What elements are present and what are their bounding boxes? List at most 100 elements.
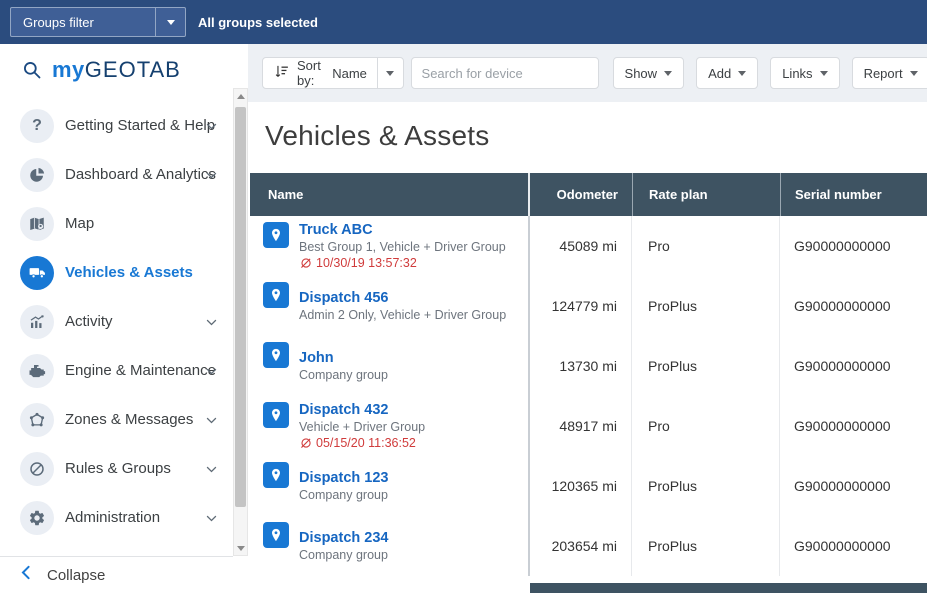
chevron-down-icon [204,167,219,182]
name-cell: Dispatch 123 Company group [250,456,530,516]
vehicle-groups: Company group [299,488,388,502]
rules-icon [20,451,54,486]
chevron-down-icon [204,461,219,476]
column-header-serial-number: Serial number [780,173,927,216]
map-icon [20,206,54,241]
table-row[interactable]: Dispatch 432 Vehicle + Driver Group 05/1… [250,396,927,456]
column-header-rate-plan: Rate plan [632,173,780,216]
chevron-down-icon [819,70,828,76]
sidebar-nav: ? Getting Started & Help Dashboard & Ana… [0,95,233,542]
vehicle-name-link[interactable]: Truck ABC [299,221,506,239]
sidebar-item-zones-messages[interactable]: Zones & Messages [0,395,233,444]
toolbar: Sort by: Name Show Add Links Report [248,44,927,102]
table-row[interactable]: Dispatch 123 Company group 120365 mi Pro… [250,456,927,516]
last-communication: 10/30/19 13:57:32 [299,255,506,271]
bottom-table-header-strip [530,583,927,593]
name-cell: Dispatch 432 Vehicle + Driver Group 05/1… [250,396,530,456]
sidebar-item-administration[interactable]: Administration [0,493,233,542]
odometer-cell: 48917 mi [530,396,632,456]
chevron-down-icon [664,70,673,76]
location-pin-icon [263,522,289,548]
vehicle-name-link[interactable]: Dispatch 234 [299,529,388,547]
last-communication-text: 05/15/20 11:36:52 [316,436,416,450]
chevron-down-icon [204,363,219,378]
links-button-label: Links [782,65,813,81]
table-row[interactable]: John Company group 13730 mi ProPlus G900… [250,336,927,396]
sidebar-item-label: Engine & Maintenance [65,362,216,379]
sidebar-item-label: Getting Started & Help [65,117,216,134]
sort-by-label: Sort by: [297,58,321,88]
odometer-cell: 13730 mi [530,336,632,396]
sort-by-control[interactable]: Sort by: Name [262,57,404,89]
show-button-label: Show [624,65,658,81]
sidebar-item-dashboard[interactable]: Dashboard & Analytics [0,150,233,199]
odometer-cell: 45089 mi [530,216,632,276]
table-row[interactable]: Dispatch 456 Admin 2 Only, Vehicle + Dri… [250,276,927,336]
scroll-down-arrow[interactable] [234,541,247,555]
name-cell: Dispatch 456 Admin 2 Only, Vehicle + Dri… [250,276,530,336]
table-header: Name Odometer Rate plan Serial number [250,173,927,216]
sidebar-item-engine-maintenance[interactable]: Engine & Maintenance [0,346,233,395]
sidebar-item-label: Administration [65,509,161,526]
sidebar-item-vehicles-assets[interactable]: Vehicles & Assets [0,248,233,297]
activity-chart-icon [20,304,54,339]
sidebar-scrollbar[interactable] [233,88,248,556]
odometer-cell: 120365 mi [530,456,632,516]
add-button[interactable]: Add [696,57,759,89]
sidebar-item-label: Rules & Groups [65,460,171,477]
serial-number-cell: G90000000000 [794,538,891,554]
rate-plan-cell: ProPlus [632,516,780,576]
main-content: Sort by: Name Show Add Links Report [248,44,927,593]
location-pin-icon [263,402,289,428]
sort-caret[interactable] [376,58,403,88]
vehicle-name-link[interactable]: Dispatch 123 [299,469,388,487]
name-cell: Truck ABC Best Group 1, Vehicle + Driver… [250,216,530,276]
odometer-cell: 124779 mi [530,276,632,336]
table-row[interactable]: Truck ABC Best Group 1, Vehicle + Driver… [250,216,927,276]
odometer-cell: 203654 mi [530,516,632,576]
name-cell: John Company group [250,336,530,396]
sidebar-item-label: Activity [65,313,113,330]
vehicle-name-link[interactable]: John [299,349,388,367]
serial-number-cell: G90000000000 [794,418,891,434]
chevron-down-icon [204,118,219,133]
column-header-name: Name [250,173,530,216]
vehicle-name-link[interactable]: Dispatch 432 [299,401,425,419]
sidebar-item-map[interactable]: Map [0,199,233,248]
location-pin-icon [263,222,289,248]
report-button-label: Report [863,65,903,81]
search-device-input[interactable] [410,57,599,89]
serial-number-cell: G90000000000 [794,478,891,494]
table-row[interactable]: Dispatch 234 Company group 203654 mi Pro… [250,516,927,576]
add-button-label: Add [708,65,732,81]
mygeotab-app: Groups filter All groups selected myGEOT… [0,0,927,593]
rate-plan-cell: Pro [632,216,780,276]
no-communication-icon [301,437,311,448]
logo-geotab: GEOTAB [84,56,181,82]
collapse-sidebar-button[interactable]: Collapse [0,556,233,593]
sidebar: myGEOTAB ? Getting Started & Help Dashbo… [0,44,233,593]
groups-filter-dropdown[interactable]: Groups filter [10,7,186,37]
serial-number-cell: G90000000000 [794,358,891,374]
chevron-down-icon [909,70,918,76]
groups-filter-label: Groups filter [23,14,94,30]
groups-filter-caret[interactable] [155,8,185,36]
gear-icon [20,500,54,535]
links-button[interactable]: Links [770,57,840,89]
sidebar-item-getting-started[interactable]: ? Getting Started & Help [0,101,233,150]
chevron-down-icon [166,19,175,25]
pie-chart-icon [20,157,54,192]
sidebar-item-activity[interactable]: Activity [0,297,233,346]
scroll-up-arrow[interactable] [234,89,247,103]
scrollbar-thumb[interactable] [235,107,246,507]
search-icon[interactable] [22,60,42,80]
vehicle-groups: Vehicle + Driver Group [299,420,426,434]
vehicle-name-link[interactable]: Dispatch 456 [299,289,506,307]
rate-plan-cell: Pro [632,396,780,456]
sidebar-item-label: Map [65,215,95,232]
show-button[interactable]: Show [612,57,685,89]
chevron-down-icon [386,70,395,76]
sidebar-item-rules-groups[interactable]: Rules & Groups [0,444,233,493]
sidebar-item-label: Vehicles & Assets [65,264,193,281]
report-button[interactable]: Report [851,57,927,89]
